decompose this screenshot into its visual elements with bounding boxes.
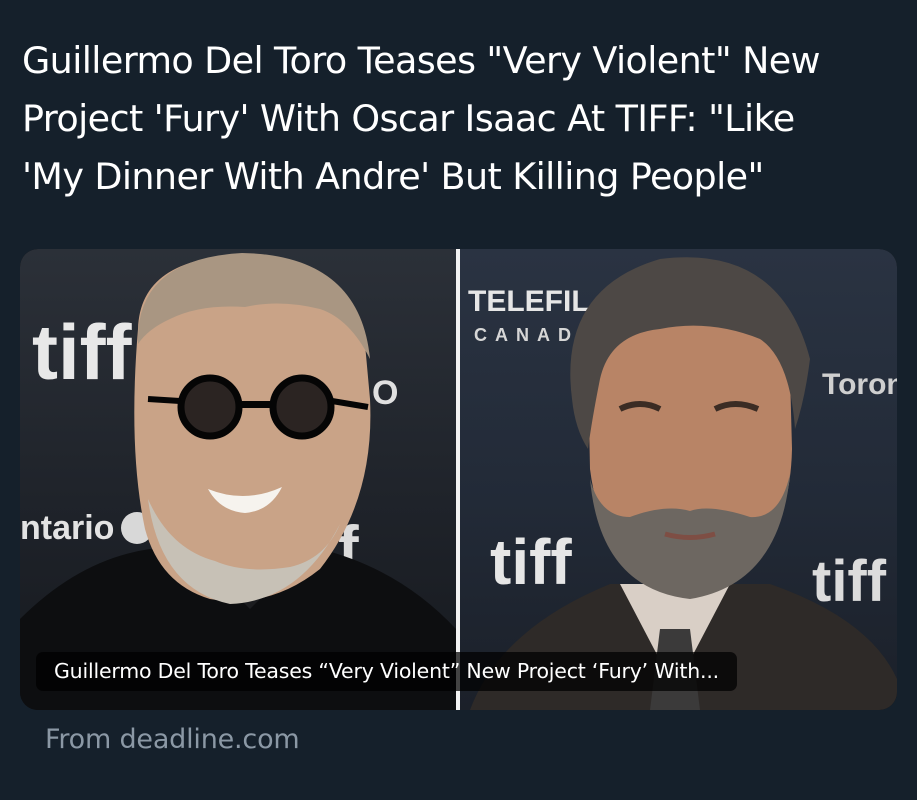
oscar-isaac-photo: TELEFIL CANAD tiff tiff Toron	[460, 249, 897, 710]
link-preview-card[interactable]: tiff ntario O f TELEFIL CANAD tiff tiff …	[20, 249, 897, 710]
backdrop-text: O	[372, 374, 398, 412]
post-text-line: Guillermo Del Toro Teases "Very Violent"…	[22, 39, 821, 82]
backdrop-text: Toron	[822, 368, 897, 401]
backdrop-text: TELEFIL	[468, 285, 590, 318]
backdrop-text: ntario	[20, 509, 114, 547]
guillermo-del-toro-photo: tiff ntario O f	[20, 249, 456, 710]
link-source[interactable]: From deadline.com	[45, 722, 300, 758]
backdrop-text: tiff	[32, 308, 133, 396]
post-text: Guillermo Del Toro Teases "Very Violent"…	[22, 32, 902, 206]
backdrop-text: tiff	[490, 526, 572, 598]
left-photo-illustration: tiff ntario O f	[20, 253, 456, 710]
backdrop-text: CANAD	[474, 325, 579, 345]
post-text-line: 'My Dinner With Andre' But Killing Peopl…	[22, 155, 764, 198]
right-photo-illustration: TELEFIL CANAD tiff tiff Toron	[468, 257, 897, 710]
backdrop-text: tiff	[812, 549, 887, 614]
link-title-badge: Guillermo Del Toro Teases “Very Violent”…	[36, 652, 737, 691]
post-text-line: Project 'Fury' With Oscar Isaac At TIFF:…	[22, 97, 795, 140]
